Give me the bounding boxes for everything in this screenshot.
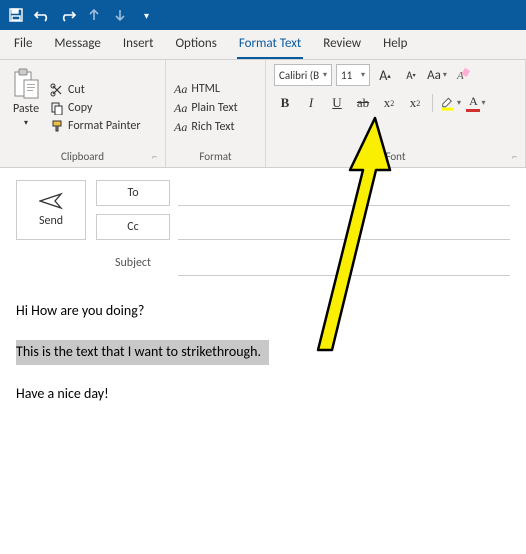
aa-plain-icon: Aa [174, 101, 187, 116]
subscript-button[interactable]: x2 [378, 92, 400, 114]
paste-button[interactable]: Paste ▾ [8, 64, 44, 148]
tab-insert[interactable]: Insert [121, 30, 156, 59]
tab-format-text[interactable]: Format Text [237, 30, 303, 59]
font-color-button[interactable]: A▾ [465, 92, 487, 114]
copy-button[interactable]: Copy [50, 101, 141, 115]
font-launcher-icon[interactable]: ⌐ [512, 150, 517, 163]
cut-label: Cut [68, 83, 85, 97]
increase-font-button[interactable]: A▴ [374, 64, 396, 86]
tab-options[interactable]: Options [173, 30, 218, 59]
underline-button[interactable]: U [326, 92, 348, 114]
font-size-combo[interactable]: 11▾ [336, 64, 370, 86]
subject-label: Subject [96, 256, 170, 270]
cc-button[interactable]: Cc [96, 214, 170, 240]
format-painter-button[interactable]: Format Painter [50, 119, 141, 133]
tab-help[interactable]: Help [381, 30, 409, 59]
cc-input[interactable] [178, 214, 510, 240]
aa-html-icon: Aa [174, 82, 187, 97]
cut-button[interactable]: Cut [50, 83, 141, 97]
paste-dropdown-icon[interactable]: ▾ [24, 118, 28, 128]
highlight-color-button[interactable]: ▾ [439, 92, 461, 114]
group-format: Aa HTML Aa Plain Text Aa Rich Text Forma… [166, 60, 266, 167]
format-painter-label: Format Painter [68, 119, 141, 133]
save-icon[interactable] [8, 7, 24, 23]
aa-rich-icon: Aa [174, 120, 187, 135]
html-format-button[interactable]: Aa HTML [174, 82, 238, 97]
body-selected-text: This is the text that I want to striketh… [16, 340, 269, 364]
copy-label: Copy [68, 101, 92, 115]
compose-header: Send To Cc Subject [0, 168, 526, 288]
redo-icon[interactable] [60, 7, 76, 23]
tab-file[interactable]: File [12, 30, 34, 59]
font-group-label: Font ⌐ [274, 148, 517, 165]
rich-text-button[interactable]: Aa Rich Text [174, 120, 238, 135]
qat-customize-icon[interactable]: ▾ [144, 9, 149, 22]
undo-icon[interactable] [34, 7, 50, 23]
bold-button[interactable]: B [274, 92, 296, 114]
group-clipboard: Paste ▾ Cut Copy Format Painter Clipbo [0, 60, 166, 167]
to-button[interactable]: To [96, 180, 170, 206]
font-name-combo[interactable]: Calibri (B▾ [274, 64, 332, 86]
up-arrow-icon[interactable] [86, 7, 102, 23]
tab-message[interactable]: Message [52, 30, 102, 59]
paste-label: Paste [13, 102, 39, 116]
clipboard-launcher-icon[interactable]: ⌐ [152, 150, 157, 163]
change-case-button[interactable]: Aa▾ [426, 64, 448, 86]
italic-button[interactable]: I [300, 92, 322, 114]
tab-review[interactable]: Review [321, 30, 363, 59]
to-input[interactable] [178, 180, 510, 206]
subject-input[interactable] [178, 250, 510, 276]
group-font: Calibri (B▾ 11▾ A▴ A▾ Aa▾ A B I U ab x2 … [266, 60, 526, 167]
dropdown-icon: ▾ [361, 70, 365, 80]
ribbon-tabs: File Message Insert Options Format Text … [0, 30, 526, 60]
dropdown-icon: ▾ [323, 70, 327, 80]
email-body[interactable]: Hi How are you doing? This is the text t… [0, 288, 526, 435]
send-icon [39, 192, 63, 210]
clipboard-group-label: Clipboard ⌐ [8, 148, 157, 165]
body-line-3: Have a nice day! [16, 383, 510, 405]
format-group-label: Format [174, 148, 257, 165]
down-arrow-icon[interactable] [112, 7, 128, 23]
plain-text-button[interactable]: Aa Plain Text [174, 101, 238, 116]
send-button[interactable]: Send [16, 180, 86, 240]
decrease-font-button[interactable]: A▾ [400, 64, 422, 86]
ribbon: Paste ▾ Cut Copy Format Painter Clipbo [0, 60, 526, 168]
title-bar: ▾ [0, 0, 526, 30]
clear-formatting-button[interactable]: A [452, 64, 474, 86]
strikethrough-button[interactable]: ab [352, 92, 374, 114]
body-line-1: Hi How are you doing? [16, 300, 510, 322]
superscript-button[interactable]: x2 [404, 92, 426, 114]
